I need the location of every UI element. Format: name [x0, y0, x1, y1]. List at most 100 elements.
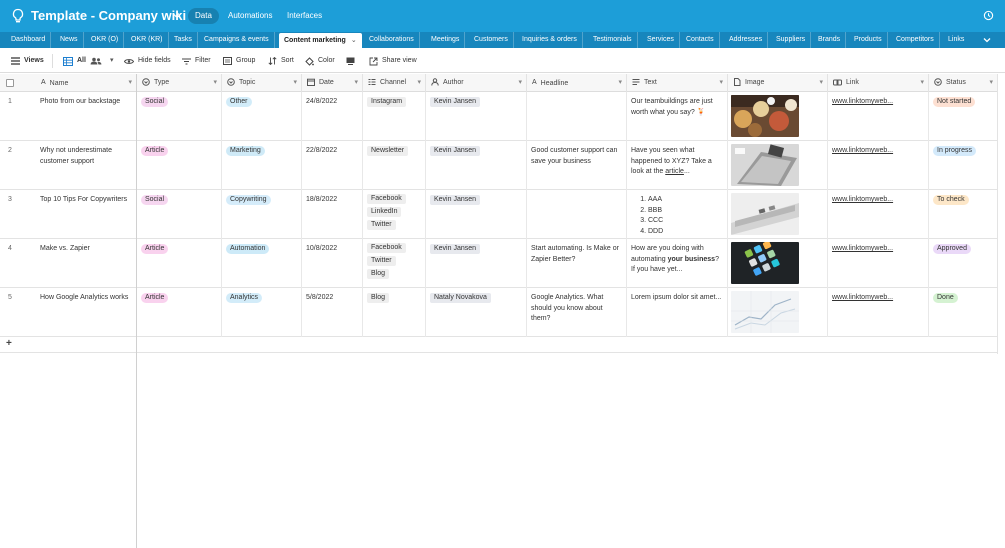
name-cell[interactable]: Why not underestimate customer support — [36, 141, 137, 190]
text-cell[interactable]: Lorem ipsum dolor sit amet... — [627, 288, 728, 337]
image-cell[interactable] — [728, 141, 828, 190]
history-icon[interactable] — [983, 10, 994, 21]
add-record-row[interactable]: + — [0, 337, 998, 353]
column-header-author[interactable]: Author ▾ — [426, 74, 527, 92]
share-view-button[interactable]: Share view — [369, 55, 417, 67]
tab-brands[interactable]: Brands — [813, 32, 847, 48]
table-row[interactable]: 2 Why not underestimate customer support… — [0, 141, 998, 190]
tab-suppliers[interactable]: Suppliers — [771, 32, 812, 48]
chevron-down-icon[interactable]: ▾ — [989, 74, 993, 92]
name-cell[interactable]: Photo from our backstage — [36, 92, 137, 141]
status-cell[interactable]: Approved — [929, 239, 998, 288]
nav-interfaces[interactable]: Interfaces — [280, 8, 329, 24]
text-cell[interactable]: Our teambuildings are just worth what yo… — [627, 92, 728, 141]
chevron-down-icon[interactable]: ▾ — [213, 74, 217, 92]
date-cell[interactable]: 5/8/2022 — [302, 288, 363, 337]
link-value[interactable]: www.linktomyweb... — [832, 294, 893, 301]
tab-dashboard[interactable]: Dashboard — [6, 32, 52, 48]
date-cell[interactable]: 24/8/2022 — [302, 92, 363, 141]
link-cell[interactable]: www.linktomyweb... — [828, 92, 929, 141]
channel-cell[interactable]: Newsletter — [363, 141, 426, 190]
tab-campaigns[interactable]: Campaigns & events — [199, 32, 275, 48]
column-header-status[interactable]: Status ▾ — [929, 74, 998, 92]
type-cell[interactable]: Social — [137, 92, 222, 141]
sort-button[interactable]: Sort — [268, 55, 294, 67]
chevron-down-icon[interactable]: ▾ — [618, 74, 622, 92]
column-header-channel[interactable]: Channel ▾ — [363, 74, 426, 92]
table-row[interactable]: 4 Make vs. Zapier Article Automation 10/… — [0, 239, 998, 288]
column-header-link[interactable]: Link ▾ — [828, 74, 929, 92]
type-cell[interactable]: Article — [137, 239, 222, 288]
nav-automations[interactable]: Automations — [221, 8, 279, 24]
keyboard-photo[interactable] — [731, 193, 799, 235]
text-cell[interactable]: Have you seen what happened to XYZ? Take… — [627, 141, 728, 190]
topic-cell[interactable]: Other — [222, 92, 302, 141]
author-cell[interactable]: Kevin Jansen — [426, 92, 527, 141]
column-header-headline[interactable]: A Headline ▾ — [527, 74, 627, 92]
tab-contacts[interactable]: Contacts — [681, 32, 720, 48]
tab-okr-kr[interactable]: OKR (KR) — [126, 32, 169, 48]
chevron-down-icon[interactable]: ⌄ — [351, 33, 357, 48]
link-value[interactable]: www.linktomyweb... — [832, 98, 893, 105]
select-all-checkbox[interactable] — [6, 79, 14, 87]
color-button[interactable]: Color — [305, 55, 335, 67]
chevron-down-icon[interactable]: ▾ — [819, 74, 823, 92]
image-cell[interactable] — [728, 239, 828, 288]
nav-data[interactable]: Data — [188, 8, 219, 24]
name-cell[interactable]: Make vs. Zapier — [36, 239, 137, 288]
topic-cell[interactable]: Analytics — [222, 288, 302, 337]
date-cell[interactable]: 22/8/2022 — [302, 141, 363, 190]
chevron-down-icon[interactable] — [980, 34, 994, 46]
tab-services[interactable]: Services — [642, 32, 680, 48]
link-value[interactable]: www.linktomyweb... — [832, 196, 893, 203]
headline-cell[interactable]: Good customer support can save your busi… — [527, 141, 627, 190]
channel-cell[interactable]: Facebook LinkedIn Twitter — [363, 190, 426, 239]
author-cell[interactable]: Kevin Jansen — [426, 239, 527, 288]
link-value[interactable]: www.linktomyweb... — [832, 245, 893, 252]
tab-competitors[interactable]: Competitors — [891, 32, 940, 48]
food-photo[interactable] — [731, 95, 799, 137]
views-button[interactable]: Views — [11, 55, 44, 67]
column-header-image[interactable]: Image ▾ — [728, 74, 828, 92]
phone-apps-photo[interactable] — [731, 242, 799, 284]
date-cell[interactable]: 10/8/2022 — [302, 239, 363, 288]
type-cell[interactable]: Article — [137, 288, 222, 337]
channel-cell[interactable]: Facebook Twitter Blog — [363, 239, 426, 288]
status-cell[interactable]: Done — [929, 288, 998, 337]
row-height-button[interactable] — [346, 55, 359, 67]
date-cell[interactable]: 18/8/2022 — [302, 190, 363, 239]
tab-inquiries-orders[interactable]: Inquiries & orders — [517, 32, 583, 48]
tab-products[interactable]: Products — [849, 32, 888, 48]
status-cell[interactable]: To check — [929, 190, 998, 239]
hide-fields-button[interactable]: Hide fields — [124, 55, 171, 67]
tab-customers[interactable]: Customers — [469, 32, 514, 48]
name-cell[interactable]: Top 10 Tips For Copywriters — [36, 190, 137, 239]
chevron-down-icon[interactable]: ▾ — [128, 74, 132, 92]
table-row[interactable]: 5 How Google Analytics works Article Ana… — [0, 288, 998, 337]
chevron-down-icon[interactable]: ▾ — [354, 74, 358, 92]
base-title[interactable]: Template - Company wiki — [31, 8, 186, 23]
topic-cell[interactable]: Copywriting — [222, 190, 302, 239]
chevron-down-icon[interactable]: ▾ — [293, 74, 297, 92]
topic-cell[interactable]: Marketing — [222, 141, 302, 190]
image-cell[interactable] — [728, 288, 828, 337]
link-cell[interactable]: www.linktomyweb... — [828, 141, 929, 190]
author-cell[interactable]: Kevin Jansen — [426, 141, 527, 190]
image-cell[interactable] — [728, 92, 828, 141]
text-cell[interactable]: How are you doing with automating your b… — [627, 239, 728, 288]
link-cell[interactable]: www.linktomyweb... — [828, 288, 929, 337]
headline-cell[interactable]: Google Analytics. What should you know a… — [527, 288, 627, 337]
tab-tasks[interactable]: Tasks — [169, 32, 198, 48]
chevron-down-icon[interactable]: ▾ — [518, 74, 522, 92]
tab-news[interactable]: News — [55, 32, 84, 48]
table-row[interactable]: 1 Photo from our backstage Social Other … — [0, 92, 998, 141]
type-cell[interactable]: Article — [137, 141, 222, 190]
channel-cell[interactable]: Blog — [363, 288, 426, 337]
link-cell[interactable]: www.linktomyweb... — [828, 190, 929, 239]
chevron-down-icon[interactable]: ▾ — [920, 74, 924, 92]
status-cell[interactable]: Not started — [929, 92, 998, 141]
group-button[interactable]: Group — [223, 55, 255, 67]
link-value[interactable]: www.linktomyweb... — [832, 147, 893, 154]
author-cell[interactable]: Kevin Jansen — [426, 190, 527, 239]
text-link[interactable]: article — [665, 168, 684, 175]
